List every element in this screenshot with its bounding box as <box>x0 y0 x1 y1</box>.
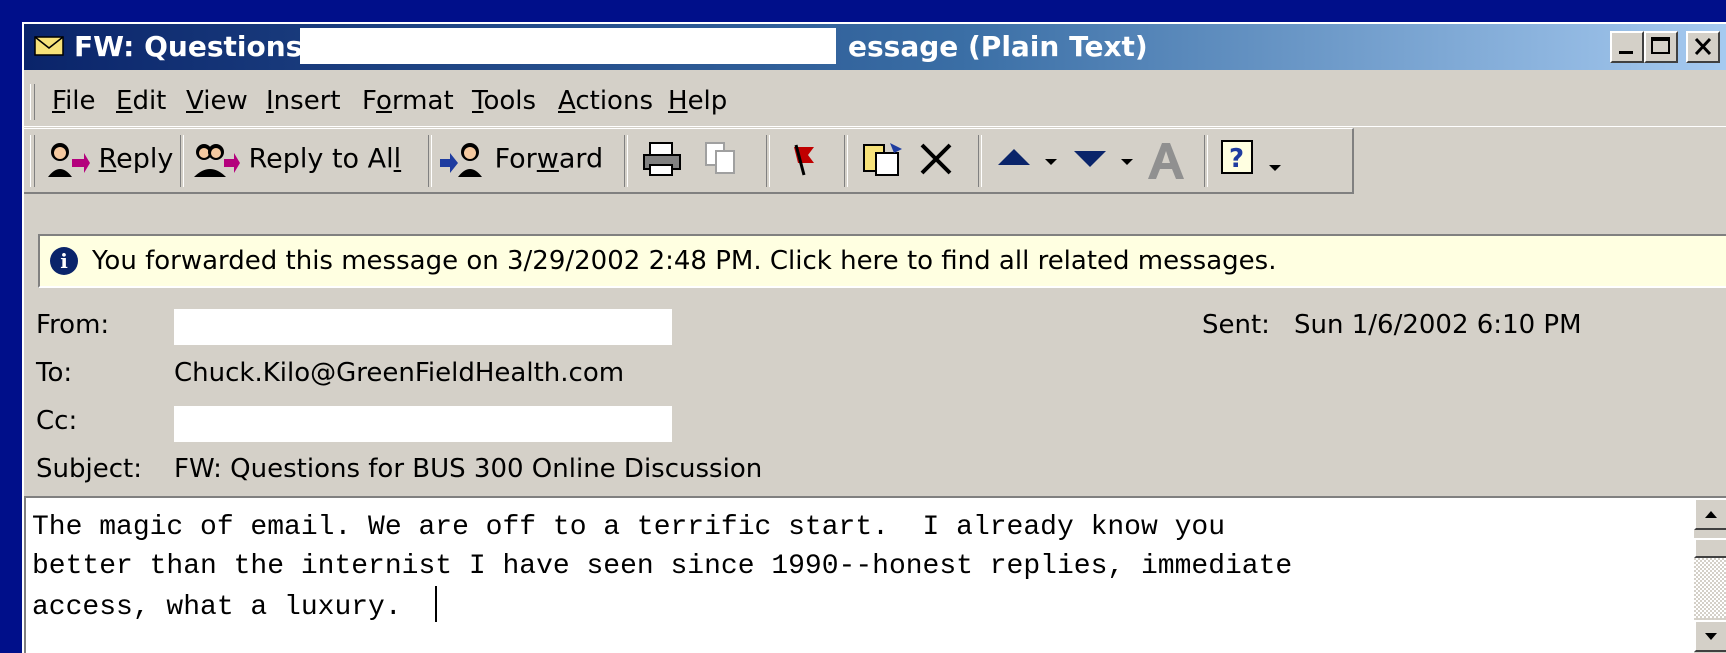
menu-format[interactable]: Format <box>362 86 454 116</box>
flag-icon[interactable] <box>784 139 824 179</box>
sent-value: Sun 1/6/2002 6:10 PM <box>1294 310 1582 340</box>
body-line: access, what a luxury. <box>32 592 436 623</box>
subject-label: Subject: <box>36 454 142 484</box>
window-title-right: essage (Plain Text) <box>848 30 1148 63</box>
cc-label: Cc: <box>36 406 78 436</box>
maximize-icon <box>1651 37 1670 54</box>
from-label: From: <box>36 310 110 340</box>
toolbar-separator <box>1204 135 1208 187</box>
minimize-icon <box>1619 51 1633 54</box>
envelope-icon <box>34 36 64 56</box>
menu-file[interactable]: File <box>52 86 96 116</box>
to-value[interactable]: Chuck.Kilo@GreenFieldHealth.com <box>174 358 624 388</box>
toolbar-separator <box>624 135 628 187</box>
body-line: better than the internist I have seen si… <box>32 551 1293 582</box>
forward-button[interactable]: Forward <box>440 139 603 181</box>
reply-icon <box>48 143 90 177</box>
info-icon: i <box>50 247 78 275</box>
down-arrow-icon <box>1705 633 1717 640</box>
redacted-from <box>174 309 672 345</box>
to-label: To: <box>36 358 73 388</box>
toolbar-separator <box>766 135 770 187</box>
reply-all-button[interactable]: Reply to All <box>192 139 401 181</box>
toolbar-separator <box>180 135 184 187</box>
help-icon[interactable]: ? <box>1218 139 1262 179</box>
next-dropdown-icon[interactable] <box>1116 139 1138 179</box>
info-bar-text[interactable]: You forwarded this message on 3/29/2002 … <box>92 246 1276 276</box>
scroll-down-button[interactable] <box>1694 620 1726 652</box>
reply-label: Reply <box>98 143 174 175</box>
vertical-scrollbar[interactable] <box>1694 498 1726 653</box>
sent-label: Sent: <box>1202 310 1270 340</box>
close-icon <box>1694 37 1712 56</box>
next-item-icon[interactable] <box>1070 139 1110 179</box>
toolbar-separator <box>428 135 432 187</box>
redacted-cc <box>174 406 672 442</box>
standard-toolbar: Reply Reply to All Forward ? <box>24 128 1354 194</box>
copy-icon[interactable] <box>700 139 744 179</box>
subject-value: FW: Questions for BUS 300 Online Discuss… <box>174 454 763 484</box>
scroll-up-button[interactable] <box>1694 498 1726 530</box>
message-window: FW: Questions essage (Plain Text) File E… <box>22 22 1726 653</box>
message-text[interactable]: The magic of email. We are off to a terr… <box>32 508 1512 627</box>
reply-button[interactable]: Reply <box>44 139 173 181</box>
info-bar[interactable]: i You forwarded this message on 3/29/200… <box>38 234 1726 288</box>
toolbar-separator <box>844 135 848 187</box>
reply-all-icon <box>194 144 240 177</box>
move-to-folder-icon[interactable] <box>860 139 906 179</box>
title-bar[interactable]: FW: Questions essage (Plain Text) <box>24 24 1726 70</box>
menu-bar: File Edit View Insert Format Tools Actio… <box>24 78 1726 127</box>
menu-help[interactable]: Help <box>668 86 727 116</box>
scroll-thumb[interactable] <box>1694 538 1726 558</box>
message-body[interactable]: The magic of email. We are off to a terr… <box>24 496 1726 653</box>
reply-all-label: Reply to All <box>248 143 402 175</box>
close-button[interactable] <box>1686 31 1720 63</box>
window-title-left: FW: Questions <box>74 30 303 63</box>
menu-edit[interactable]: Edit <box>116 86 166 116</box>
minimize-button[interactable] <box>1610 31 1644 63</box>
delete-icon[interactable] <box>916 139 956 179</box>
text-caret <box>435 586 438 622</box>
forward-label: Forward <box>494 143 604 175</box>
scroll-track[interactable] <box>1694 558 1726 618</box>
print-icon[interactable] <box>640 139 684 179</box>
toolbar-grip[interactable] <box>30 135 35 187</box>
forward-icon <box>440 143 482 177</box>
maximize-button[interactable] <box>1644 31 1678 63</box>
up-arrow-icon <box>1705 511 1717 518</box>
menu-tools[interactable]: Tools <box>472 86 536 116</box>
address-book-icon[interactable] <box>1144 139 1190 183</box>
menu-insert[interactable]: Insert <box>266 86 341 116</box>
previous-item-icon[interactable] <box>994 139 1034 179</box>
svg-text:?: ? <box>1229 144 1244 174</box>
help-dropdown-icon[interactable] <box>1264 139 1286 179</box>
toolbar-separator <box>978 135 982 187</box>
menu-grip[interactable] <box>30 84 35 120</box>
menu-actions[interactable]: Actions <box>558 86 653 116</box>
previous-dropdown-icon[interactable] <box>1040 139 1062 179</box>
body-line: The magic of email. We are off to a terr… <box>32 512 1225 543</box>
menu-view[interactable]: View <box>186 86 248 116</box>
redacted-title <box>300 28 836 64</box>
